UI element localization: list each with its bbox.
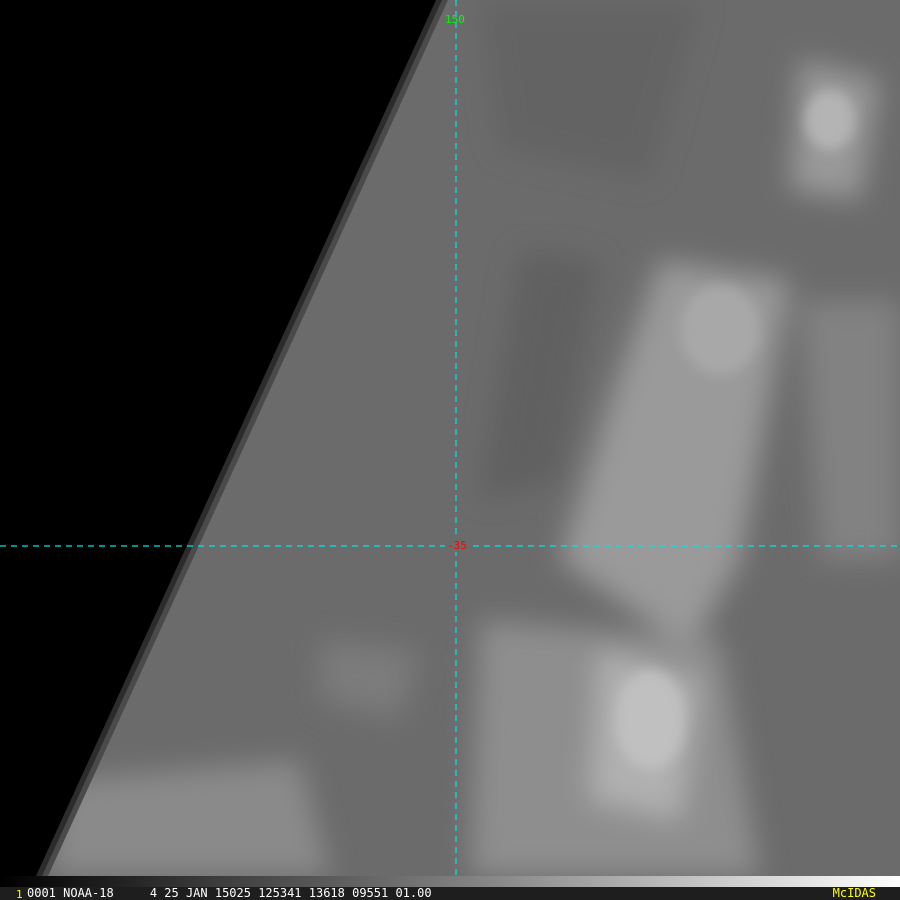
latitude-label: -35	[445, 539, 469, 552]
longitude-label: 150	[445, 13, 465, 26]
mcidas-display: 150 -35 1 0001 NOAA-18 4 25 JAN 15025 12…	[0, 0, 900, 900]
status-bar: 1 0001 NOAA-18 4 25 JAN 15025 125341 136…	[0, 887, 900, 900]
mcidas-logo: McIDAS	[832, 886, 876, 900]
frame-number: 1	[16, 888, 23, 900]
image-info: 0001 NOAA-18 4 25 JAN 15025 125341 13618…	[27, 886, 432, 900]
satellite-image	[0, 0, 900, 876]
